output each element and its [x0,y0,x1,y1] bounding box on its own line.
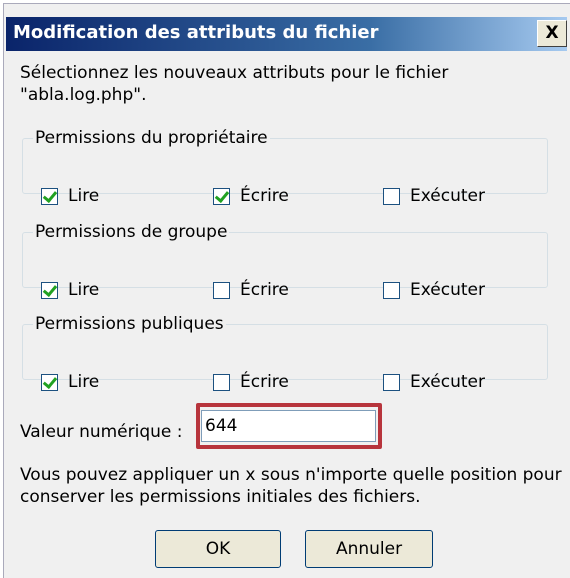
title-bar: Modification des attributs du fichier X [6,17,567,51]
close-icon: X [545,23,559,43]
checkbox-label: Écrire [240,280,289,300]
help-note: Vous pouvez appliquer un x sous n'import… [20,465,562,507]
group-read-checkbox[interactable]: Lire [41,280,99,300]
checkbox-box[interactable] [41,373,58,391]
public-read-checkbox[interactable]: Lire [41,372,99,392]
public-write-checkbox[interactable]: Écrire [213,372,289,392]
checkbox-box[interactable] [383,281,400,299]
group-legend: Permissions de groupe [35,222,228,242]
checkbox-label: Lire [68,372,100,392]
checkbox-label: Exécuter [410,372,485,392]
checkbox-box[interactable] [213,281,230,299]
checkbox-label: Écrire [240,186,289,206]
numeric-value-input[interactable]: 644 [201,410,376,442]
group-permissions-group: Permissions de groupe Lire Écrire Exécut… [22,222,548,300]
owner-permissions-group: Permissions du propriétaire Lire Écrire … [22,128,548,206]
public-permissions-group: Permissions publiques Lire Écrire Exécut… [22,314,548,392]
public-execute-checkbox[interactable]: Exécuter [383,372,485,392]
cancel-button[interactable]: Annuler [305,530,433,568]
numeric-value-label: Valeur numérique : [20,422,183,442]
checkbox-box[interactable] [41,281,58,299]
group-execute-checkbox[interactable]: Exécuter [383,280,485,300]
checkbox-label: Écrire [240,372,289,392]
intro-text: Sélectionnez les nouveaux attributs pour… [20,63,449,105]
owner-read-checkbox[interactable]: Lire [41,186,99,206]
checkbox-box[interactable] [213,373,230,391]
ok-button[interactable]: OK [155,530,281,568]
checkbox-box[interactable] [383,373,400,391]
checkbox-label: Lire [68,186,100,206]
owner-write-checkbox[interactable]: Écrire [213,186,289,206]
group-legend: Permissions publiques [35,314,224,334]
checkbox-box[interactable] [213,187,230,205]
group-legend: Permissions du propriétaire [35,128,268,148]
close-button[interactable]: X [537,20,567,47]
numeric-label-text: Valeur numérique : [20,422,183,442]
checkbox-label: Lire [68,280,100,300]
group-write-checkbox[interactable]: Écrire [213,280,289,300]
checkbox-box[interactable] [41,187,58,205]
owner-execute-checkbox[interactable]: Exécuter [383,186,485,206]
checkbox-label: Exécuter [410,280,485,300]
dialog-title: Modification des attributs du fichier [13,22,379,43]
checkbox-label: Exécuter [410,186,485,206]
checkbox-box[interactable] [383,187,400,205]
